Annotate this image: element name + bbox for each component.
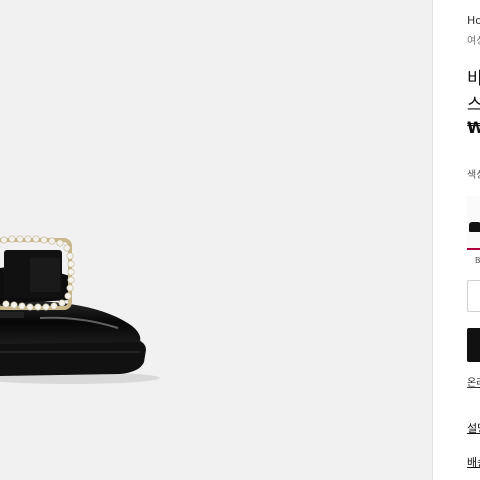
- product-info-panel: Ho 여성 비 스 ₩ 색상 B 온라 설명 배송: [433, 0, 480, 480]
- product-title-line2: 스: [467, 95, 480, 115]
- product-image-gallery[interactable]: [0, 0, 432, 480]
- product-image-shoe: [0, 235, 160, 384]
- breadcrumb-category[interactable]: 여성: [467, 32, 480, 47]
- color-swatch[interactable]: [467, 196, 480, 250]
- product-title-line1: 비: [467, 69, 480, 89]
- color-label: 색상: [467, 170, 480, 181]
- breadcrumb-home[interactable]: Ho: [467, 14, 480, 27]
- accordion-description[interactable]: 설명: [467, 420, 480, 436]
- product-price: ₩: [467, 118, 480, 137]
- swatch-shoe-thumbnail: [469, 222, 480, 232]
- secondary-link[interactable]: 온라: [467, 374, 480, 389]
- accordion-shipping[interactable]: 배송: [467, 454, 480, 470]
- swatch-caption: B: [475, 256, 480, 265]
- add-to-cart-button[interactable]: [467, 328, 480, 362]
- size-select[interactable]: [467, 280, 480, 312]
